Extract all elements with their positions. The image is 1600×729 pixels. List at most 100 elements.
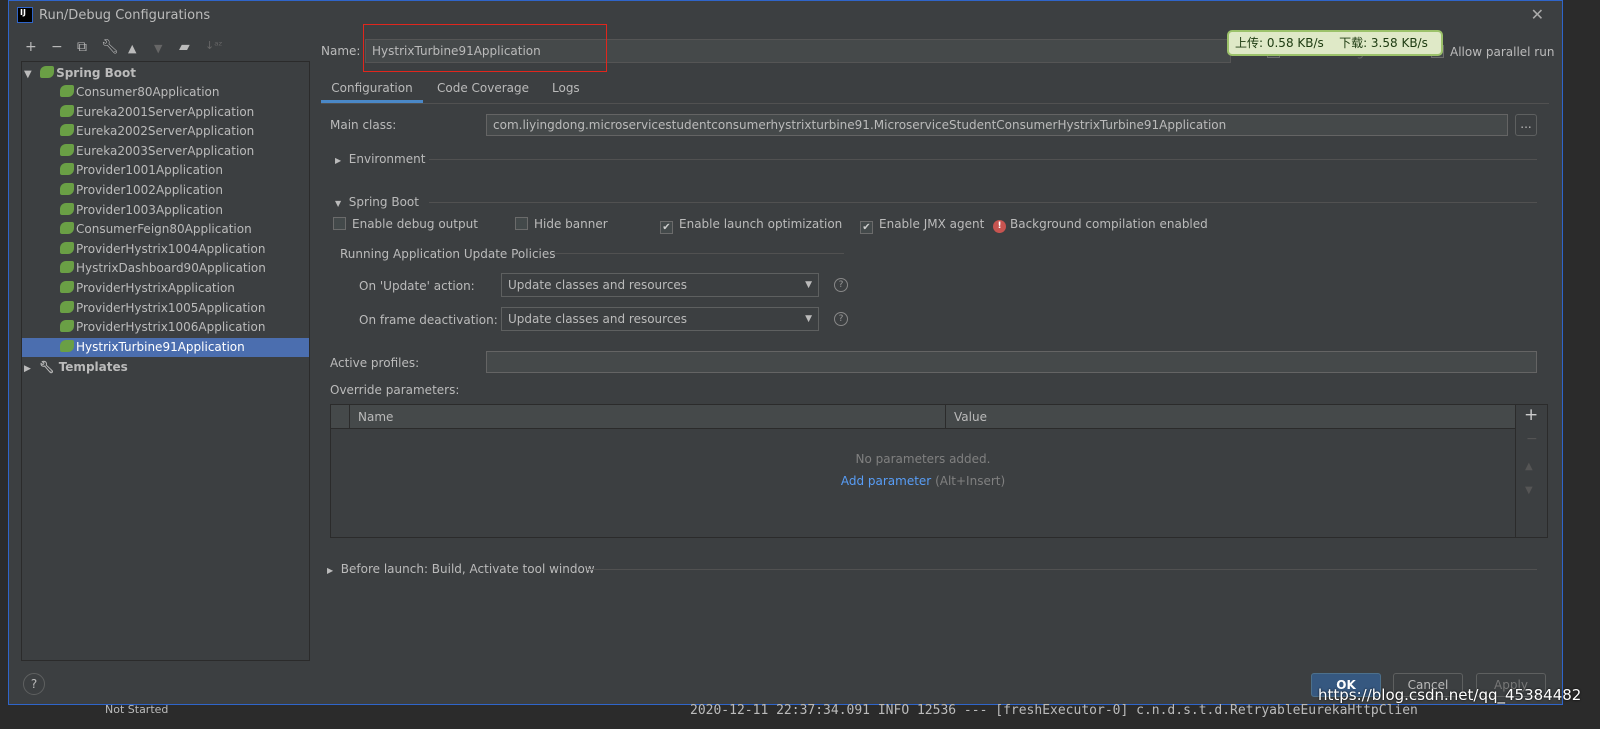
- table-side-toolbar: + − ▲ ▼: [1515, 405, 1547, 537]
- help-button[interactable]: ?: [23, 673, 45, 695]
- config-tree: ▼ Spring Boot Consumer80Application Eurek…: [21, 61, 310, 661]
- new-folder-icon[interactable]: ▰: [179, 39, 190, 55]
- watermark: https://blog.csdn.net/qq_45384482: [1318, 686, 1582, 704]
- help-icon[interactable]: ?: [834, 312, 848, 326]
- column-name[interactable]: Name: [358, 410, 393, 424]
- spring-boot-section[interactable]: ▼ Spring Boot: [335, 195, 419, 209]
- tree-group-templates[interactable]: ▶ 🔧︎ Templates: [24, 358, 128, 377]
- background-compilation-warning: ! Background compilation enabled: [993, 217, 1208, 233]
- tree-item-label: Eureka2001ServerApplication: [76, 104, 255, 119]
- tree-item-label: ProviderHystrix1006Application: [76, 320, 266, 335]
- environment-section[interactable]: ▶ Environment: [335, 152, 425, 166]
- close-icon[interactable]: ✕: [1531, 5, 1544, 24]
- tree-item[interactable]: ProviderHystrix1005Application: [22, 299, 309, 318]
- frame-deactivation-select[interactable]: Update classes and resources ▼: [501, 307, 819, 331]
- add-icon[interactable]: +: [1524, 405, 1538, 425]
- run-status: Not Started: [105, 703, 169, 716]
- spring-boot-icon: [60, 104, 74, 117]
- tree-item-label: ProviderHystrix1004Application: [76, 241, 266, 256]
- tree-item[interactable]: HystrixTurbine91Application: [22, 337, 309, 357]
- spring-boot-icon: [60, 163, 74, 176]
- divider: [429, 202, 1537, 203]
- tree-item-label: Eureka2002ServerApplication: [76, 124, 255, 139]
- spring-boot-icon: [60, 261, 74, 274]
- tree-item-label: ProviderHystrixApplication: [76, 281, 235, 295]
- tree-item[interactable]: Eureka2003ServerApplication: [22, 142, 309, 161]
- launch-optimization-checkbox[interactable]: ✔ Enable launch optimization: [660, 217, 842, 234]
- divider: [587, 569, 1537, 570]
- wrench-icon[interactable]: 🔧︎: [101, 39, 119, 55]
- tree-group-spring-boot[interactable]: ▼ Spring Boot: [24, 64, 136, 83]
- spring-boot-icon: [60, 222, 74, 235]
- tab-code-coverage[interactable]: Code Coverage: [437, 81, 529, 95]
- highlight-box: [363, 24, 607, 72]
- spring-boot-icon: [60, 85, 74, 97]
- update-action-label: On 'Update' action:: [359, 279, 475, 293]
- tree-item[interactable]: Provider1002Application: [22, 181, 309, 200]
- spring-boot-icon: [60, 124, 74, 137]
- network-speed-overlay: 上传: 0.58 KB/s 下载: 3.58 KB/s: [1227, 30, 1443, 56]
- templates-label: Templates: [58, 360, 128, 374]
- tree-item[interactable]: Eureka2002ServerApplication: [22, 122, 309, 141]
- tree-item[interactable]: Provider1001Application: [22, 161, 309, 180]
- divider: [554, 253, 844, 254]
- table-header: Name Value: [331, 405, 1515, 429]
- name-label: Name:: [321, 44, 361, 58]
- empty-text: No parameters added.: [855, 452, 991, 466]
- tree-item-label: ConsumerFeign80Application: [76, 222, 252, 237]
- browse-button[interactable]: ...: [1515, 114, 1537, 136]
- tree-item-label: Eureka2003ServerApplication: [76, 143, 255, 158]
- column-value[interactable]: Value: [954, 410, 987, 424]
- before-launch-section[interactable]: ▶ Before launch: Build, Activate tool wi…: [327, 562, 595, 576]
- tree-item[interactable]: Eureka2001ServerApplication: [22, 103, 309, 122]
- tree-item-label: Provider1003Application: [76, 202, 223, 217]
- copy-icon[interactable]: ⧉: [77, 39, 87, 55]
- tree-item[interactable]: HystrixDashboard90Application: [22, 259, 309, 278]
- policies-title: Running Application Update Policies: [340, 247, 556, 261]
- run-debug-dialog: IJ Run/Debug Configurations ✕ + − ⧉ 🔧︎ ▲…: [8, 0, 1563, 705]
- main-class-label: Main class:: [330, 118, 397, 132]
- tree-item[interactable]: ProviderHystrix1006Application: [22, 318, 309, 337]
- tree-item[interactable]: Consumer80Application: [22, 83, 309, 102]
- tree-item-label: HystrixDashboard90Application: [76, 261, 266, 276]
- tab-configuration[interactable]: Configuration: [321, 75, 423, 103]
- hide-banner-checkbox[interactable]: Hide banner: [515, 217, 608, 231]
- allow-parallel-checkbox[interactable]: Allow parallel run: [1431, 45, 1554, 59]
- arrow-down-icon[interactable]: ▼: [154, 42, 162, 55]
- tree-item-label: ProviderHystrix1005Application: [76, 300, 266, 315]
- tree-item[interactable]: ProviderHystrix1004Application: [22, 240, 309, 259]
- update-action-select[interactable]: Update classes and resources ▼: [501, 273, 819, 297]
- spring-boot-icon: [60, 320, 74, 333]
- jmx-agent-checkbox[interactable]: ✔ Enable JMX agent: [860, 217, 984, 234]
- tab-logs[interactable]: Logs: [552, 81, 580, 95]
- tree-item-label: HystrixTurbine91Application: [76, 339, 245, 354]
- active-profiles-label: Active profiles:: [330, 356, 420, 370]
- active-profiles-input[interactable]: [486, 351, 1537, 373]
- tree-item-label: Consumer80Application: [76, 85, 220, 99]
- sort-icon[interactable]: ↓ᵃᶻ: [205, 39, 223, 52]
- remove-icon[interactable]: −: [1526, 431, 1538, 447]
- add-parameter-link[interactable]: Add parameter: [841, 474, 931, 488]
- shortcut-hint: (Alt+Insert): [935, 474, 1006, 488]
- help-icon[interactable]: ?: [834, 278, 848, 292]
- title-bar: IJ Run/Debug Configurations ✕: [9, 1, 1562, 31]
- override-parameters-label: Override parameters:: [330, 383, 460, 397]
- plus-icon[interactable]: +: [25, 39, 37, 55]
- wrench-icon: 🔧︎: [39, 360, 55, 374]
- main-class-input[interactable]: [486, 114, 1508, 136]
- move-down-icon[interactable]: ▼: [1525, 485, 1533, 496]
- group-label: Spring Boot: [56, 66, 137, 80]
- tree-item-label: Provider1001Application: [76, 163, 223, 178]
- tree-item[interactable]: ConsumerFeign80Application: [22, 220, 309, 239]
- enable-debug-checkbox[interactable]: Enable debug output: [333, 217, 478, 231]
- minus-icon[interactable]: −: [51, 39, 63, 55]
- intellij-logo: IJ: [17, 7, 33, 23]
- tree-item[interactable]: ProviderHystrixApplication: [22, 279, 309, 298]
- console-log-line: 2020-12-11 22:37:34.091 INFO 12536 --- […: [690, 703, 1418, 718]
- arrow-up-icon[interactable]: ▲: [128, 42, 136, 55]
- tab-divider: [321, 103, 1549, 104]
- spring-boot-icon: [60, 339, 74, 352]
- spring-boot-icon: [60, 281, 74, 293]
- tree-item[interactable]: Provider1003Application: [22, 201, 309, 220]
- move-up-icon[interactable]: ▲: [1525, 461, 1533, 472]
